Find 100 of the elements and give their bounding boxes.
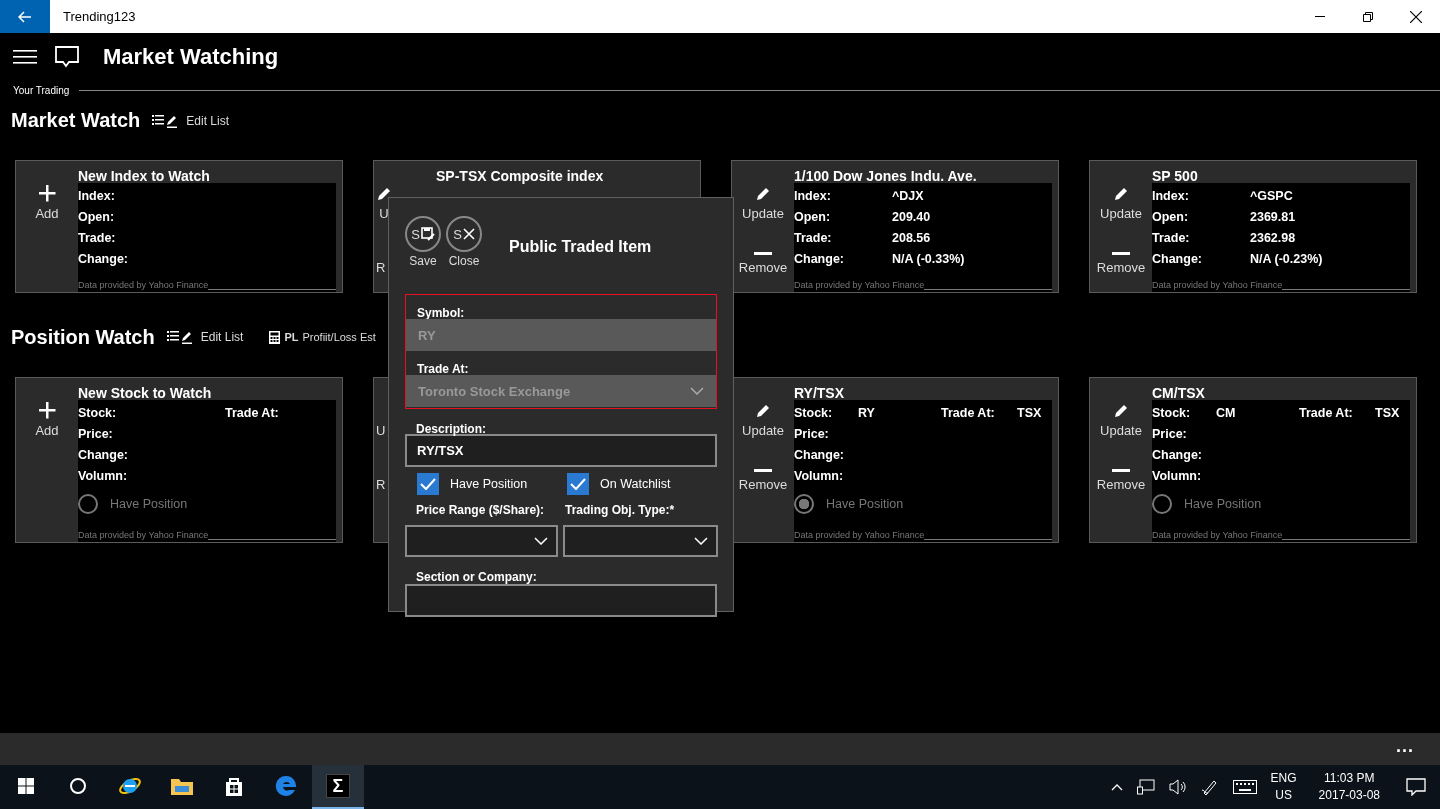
radio-button[interactable]: [1152, 494, 1172, 514]
remove-button[interactable]: Remove: [1096, 444, 1146, 492]
field-label: Trade At:: [225, 405, 280, 420]
field-label: Section or Company:: [415, 569, 538, 584]
field-label: Change:: [1152, 447, 1203, 462]
remove-button[interactable]: R: [376, 227, 386, 275]
breadcrumb: Your Trading: [13, 84, 70, 96]
radio-button[interactable]: [78, 494, 98, 514]
field-label: Trade At:: [416, 361, 470, 375]
pencil-icon: [755, 186, 771, 202]
field-label: Volumn:: [78, 468, 129, 483]
chevron-up-icon[interactable]: [1110, 783, 1123, 791]
add-button[interactable]: Add: [35, 390, 59, 438]
language-indicator[interactable]: ENG US: [1270, 770, 1297, 804]
remove-button[interactable]: Remove: [1096, 227, 1146, 275]
field-label: Price:: [78, 426, 114, 441]
menu-icon[interactable]: [13, 50, 37, 64]
field-value: 2369.81: [1250, 209, 1296, 224]
edit-list-link[interactable]: Edit List: [152, 113, 229, 128]
card-title: CM/TSX: [1152, 384, 1206, 400]
app-glyph: Σ: [326, 774, 350, 798]
radio-label: Have Position: [1184, 497, 1262, 511]
pencil-icon: [376, 186, 392, 202]
add-button[interactable]: Add: [35, 173, 59, 221]
network-icon[interactable]: [1136, 779, 1155, 795]
field-label: Trade At:: [941, 405, 996, 420]
field-value: ^DJX: [892, 188, 924, 203]
data-credit: Data provided by Yahoo Finance: [78, 530, 209, 540]
field-value: CM: [1216, 405, 1237, 420]
checkmark-icon: [570, 478, 586, 490]
field-value: 2362.98: [1250, 230, 1296, 245]
field-label: Description:: [415, 421, 487, 434]
folder-icon: [171, 777, 193, 795]
app-title: Market Watching: [103, 44, 279, 70]
update-button[interactable]: Update: [1100, 173, 1142, 221]
field-label: Symbol:: [416, 305, 466, 319]
more-button[interactable]: ...: [1396, 735, 1414, 757]
pen-icon[interactable]: [1200, 778, 1219, 796]
trading-type-dropdown[interactable]: [563, 525, 718, 557]
radio-label: Have Position: [110, 497, 188, 511]
minimize-icon: [1315, 16, 1325, 17]
update-button[interactable]: U: [376, 173, 392, 221]
price-range-dropdown[interactable]: [405, 525, 558, 557]
field-label: Stock:: [794, 405, 834, 420]
list-edit-icon: [166, 330, 193, 344]
update-button[interactable]: Update: [742, 173, 784, 221]
circle-icon: [69, 777, 87, 795]
taskbar-button[interactable]: Σ: [312, 765, 364, 809]
field-label: Price:: [794, 426, 830, 441]
update-button[interactable]: U: [376, 390, 386, 438]
radio-button[interactable]: [794, 494, 814, 514]
keyboard-icon[interactable]: [1232, 780, 1257, 794]
close-icon: [1410, 10, 1422, 23]
card-title: 1/100 Dow Jones Indu. Ave.: [794, 167, 978, 183]
field-value: N/A (-0.33%): [892, 251, 965, 266]
floppy-pen-icon: [420, 227, 435, 241]
remove-button[interactable]: Remove: [738, 227, 788, 275]
field-label: Trade At:: [1299, 405, 1354, 420]
field-label: Index:: [794, 188, 832, 203]
restore-icon: [1363, 11, 1373, 22]
dialog-title: Public Traded Item: [509, 238, 652, 256]
checkbox[interactable]: [417, 473, 439, 495]
field-label: Change:: [78, 251, 129, 266]
checkbox-label: On Watchlist: [600, 477, 671, 491]
pencil-icon: [1113, 403, 1129, 419]
windows-logo-icon: [18, 778, 34, 794]
back-arrow-icon: [18, 10, 32, 23]
remove-button[interactable]: Remove: [738, 444, 788, 492]
window-title: Trending123: [63, 9, 137, 24]
checkmark-icon: [420, 478, 436, 490]
profit-loss-link[interactable]: PL Profiit/Loss Est: [269, 330, 376, 344]
edit-list-link[interactable]: Edit List: [166, 330, 244, 344]
card-title: RY/TSX: [794, 384, 846, 400]
plus-icon: [38, 184, 56, 202]
browser-e-icon: [275, 775, 297, 797]
field-label: Open:: [794, 209, 832, 224]
notification-icon[interactable]: [1406, 778, 1426, 796]
clock[interactable]: 11:03 PM 2017-03-08: [1318, 770, 1380, 804]
field-label: Trade:: [78, 230, 117, 245]
section-field[interactable]: [405, 584, 717, 617]
field-value: 208.56: [892, 230, 931, 245]
checkbox[interactable]: [567, 473, 589, 495]
shopping-bag-icon: [224, 776, 244, 796]
data-credit: Data provided by Yahoo Finance: [1152, 530, 1283, 540]
section-title: Market Watch: [11, 109, 141, 132]
plus-icon: [38, 401, 56, 419]
update-button[interactable]: Update: [742, 390, 784, 438]
checkbox-label: Have Position: [450, 477, 528, 491]
card-title: SP 500: [1152, 167, 1199, 183]
speaker-icon[interactable]: [1168, 779, 1187, 795]
card-title: New Index to Watch: [78, 167, 211, 183]
minus-icon: [754, 252, 772, 256]
update-button[interactable]: Update: [1100, 390, 1142, 438]
remove-button[interactable]: R: [376, 444, 386, 492]
field-label: Trading Obj. Type:*: [564, 503, 676, 519]
field-label: Volumn:: [1152, 468, 1203, 483]
minus-icon: [1112, 252, 1130, 256]
field-label: Open:: [1152, 209, 1190, 224]
field-value: ^GSPC: [1250, 188, 1293, 203]
back-button[interactable]: [0, 0, 50, 33]
